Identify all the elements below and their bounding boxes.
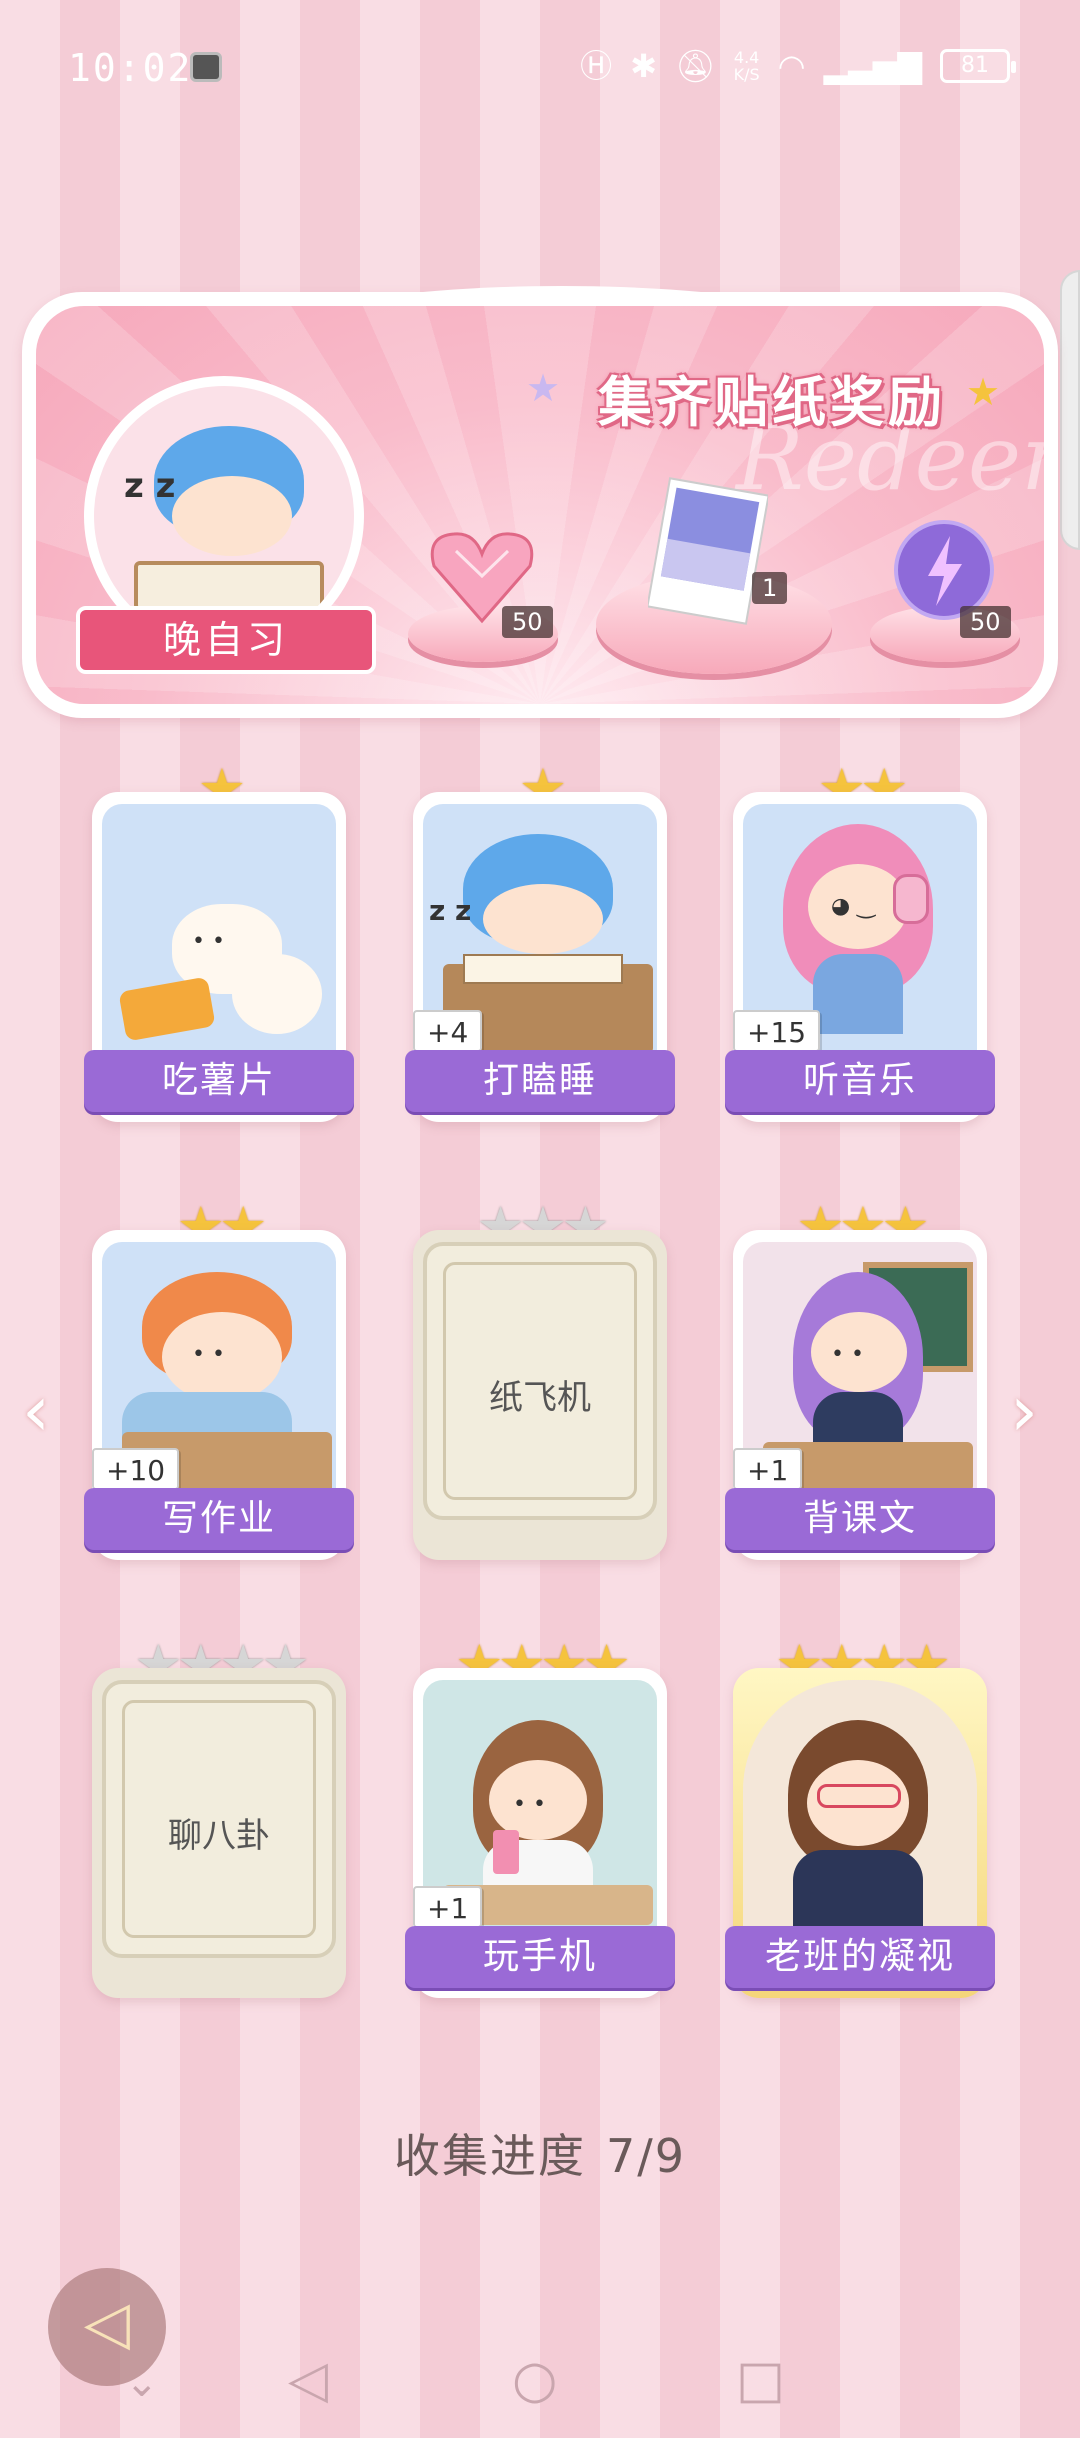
screen-record-icon	[190, 52, 222, 82]
sticker-name: 背课文	[725, 1488, 995, 1550]
network-speed: 4.4 K/S	[734, 49, 760, 83]
previous-page-arrow-icon[interactable]: ‹	[22, 1370, 50, 1452]
reward-count: 50	[502, 606, 553, 638]
bonus-badge: +1	[413, 1886, 483, 1928]
sticker-card-chips[interactable]: ★ • • 吃薯片	[84, 762, 354, 1122]
sticker-name: 打瞌睡	[405, 1050, 675, 1112]
reward-banner: Redeem ★ ★ 集齐贴纸奖励 z z 晚自习 50 1	[22, 286, 1058, 718]
collapse-chevron-icon[interactable]: ⌄	[125, 2360, 159, 2406]
sticker-name: 老班的凝视	[725, 1926, 995, 1988]
clock: 10:02	[68, 46, 193, 90]
side-panel-handle[interactable]	[1060, 270, 1080, 550]
star-decoration-icon: ★	[526, 366, 561, 410]
recents-nav-icon[interactable]: □	[736, 2350, 785, 2410]
bonus-badge: +4	[413, 1010, 483, 1052]
sticker-name: 写作业	[84, 1488, 354, 1550]
sticker-name: 听音乐	[725, 1050, 995, 1112]
battery-icon: 81	[940, 49, 1016, 83]
progress-value: 7/9	[605, 2129, 687, 2183]
wifi-icon: ◠	[777, 47, 806, 85]
sticker-name: 纸飞机	[489, 1378, 591, 1418]
sticker-card-teacher-gaze[interactable]: ★★★★ 老班的凝视	[725, 1638, 995, 1998]
sticker-name: 聊八卦	[168, 1816, 270, 1856]
bonus-badge: +15	[733, 1010, 821, 1052]
app-notification-icon: Ⓗ	[580, 47, 613, 85]
bonus-badge: +1	[733, 1448, 803, 1490]
sticker-card-gossip-locked[interactable]: ★★★★ 聊八卦	[92, 1638, 346, 1998]
current-sticker-label: 晚自习	[76, 606, 376, 674]
collection-progress: 收集进度 7/9	[0, 2120, 1080, 2186]
home-nav-icon[interactable]: ○	[512, 2350, 557, 2410]
reward-count: 1	[752, 572, 788, 604]
next-page-arrow-icon[interactable]: ›	[1010, 1370, 1038, 1452]
progress-label: 收集进度	[393, 2129, 586, 2183]
status-bar: 10:02 Ⓗ ✱ 🔕︎ 4.4 K/S ◠ ▂▃▅▇ 81	[0, 0, 1080, 140]
sticker-card-recite[interactable]: ★★★ • • +1 背课文	[725, 1200, 995, 1560]
star-decoration-icon: ★	[966, 370, 1001, 414]
system-nav-bar: ⌄ ◁ ○ □	[0, 2330, 1080, 2438]
bluetooth-icon: ✱	[630, 47, 657, 85]
reward-count: 50	[960, 606, 1011, 638]
sticker-card-music[interactable]: ★★ ◕ ‿ +15 听音乐	[725, 762, 995, 1122]
photo-card-icon	[648, 477, 768, 625]
sticker-name: 玩手机	[405, 1926, 675, 1988]
banner-title: 集齐贴纸奖励	[598, 371, 946, 434]
sticker-card-homework[interactable]: ★★ • • +10 写作业	[84, 1200, 354, 1560]
sticker-card-paper-plane-locked[interactable]: ★★★ 纸飞机	[413, 1200, 667, 1560]
sticker-name: 吃薯片	[84, 1050, 354, 1112]
signal-icon: ▂▃▅▇	[823, 47, 922, 85]
network-speed-unit: K/S	[733, 65, 760, 84]
back-nav-icon[interactable]: ◁	[288, 2350, 328, 2410]
network-speed-value: 4.4	[733, 48, 760, 67]
sticker-card-phone[interactable]: ★★★★ • • +1 玩手机	[405, 1638, 675, 1998]
bonus-badge: +10	[92, 1448, 180, 1490]
sticker-card-nap[interactable]: ★ z z +4 打瞌睡	[405, 762, 675, 1122]
mute-bell-icon: 🔕︎	[674, 47, 716, 85]
